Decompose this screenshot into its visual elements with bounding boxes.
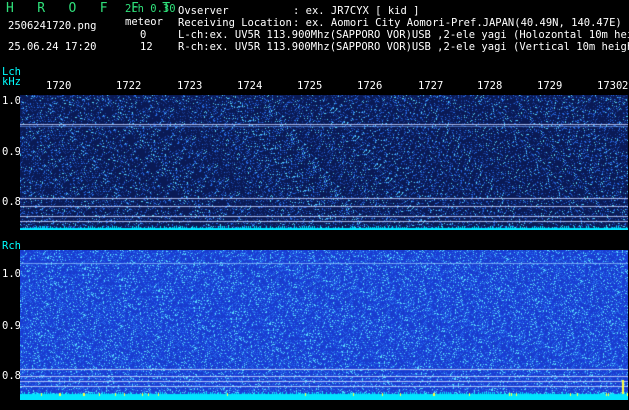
location-value: : ex. Aomori City Aomori-Pref.JAPAN(40.4… [293, 17, 622, 29]
rch-freq-tick-label: 0.8 [2, 370, 21, 382]
observer-value: : ex. JR7CYX [ kid ] [293, 5, 420, 17]
observer-label: Ovserver [178, 5, 229, 17]
lch-description: L-ch:ex. UV5R 113.900Mhz(SAPPORO VOR)USB… [178, 29, 629, 41]
version-label: 2ch 0.30 [125, 3, 176, 15]
lch-freq-tick-label: 0.9 [2, 146, 21, 158]
lch-spectrogram [20, 95, 628, 230]
filename-label: 2506241720.png [8, 20, 97, 32]
time-tick-label: 1730 [597, 80, 623, 92]
time-tick-label: 1725 [297, 80, 323, 92]
khz-axis-label: kHz [2, 76, 21, 88]
time-tick-label: 1726 [357, 80, 383, 92]
time-tick-label: 1722 [116, 80, 142, 92]
rch-description: R-ch:ex. UV5R 113.900Mhz(SAPPORO VOR)USB… [178, 41, 629, 53]
lch-freq-tick-label: 0.8 [2, 196, 21, 208]
rch-meteor-count: 12 [140, 41, 153, 53]
datetime-label: 25.06.24 17:20 [8, 41, 97, 53]
time-tick-label: 1729 [537, 80, 563, 92]
location-label: Receiving Location [178, 17, 292, 29]
rch-spectrogram [20, 250, 628, 400]
time-tick-label: 1724 [237, 80, 263, 92]
hrofft-window: H R O F F T 2ch 0.30 2506241720.png 25.0… [0, 0, 629, 410]
time-tick-label: 2 [622, 80, 629, 92]
rch-freq-tick-label: 1.0 [2, 268, 21, 280]
time-tick-label: 1727 [418, 80, 444, 92]
meteor-label: meteor [125, 16, 163, 28]
rch-axis-label: Rch [2, 240, 21, 252]
time-tick-label: 1723 [177, 80, 203, 92]
time-tick-label: 1728 [477, 80, 503, 92]
lch-meteor-count: 0 [140, 29, 147, 41]
rch-freq-tick-label: 0.9 [2, 320, 21, 332]
time-tick-label: 1720 [46, 80, 72, 92]
lch-freq-tick-label: 1.0 [2, 95, 21, 107]
